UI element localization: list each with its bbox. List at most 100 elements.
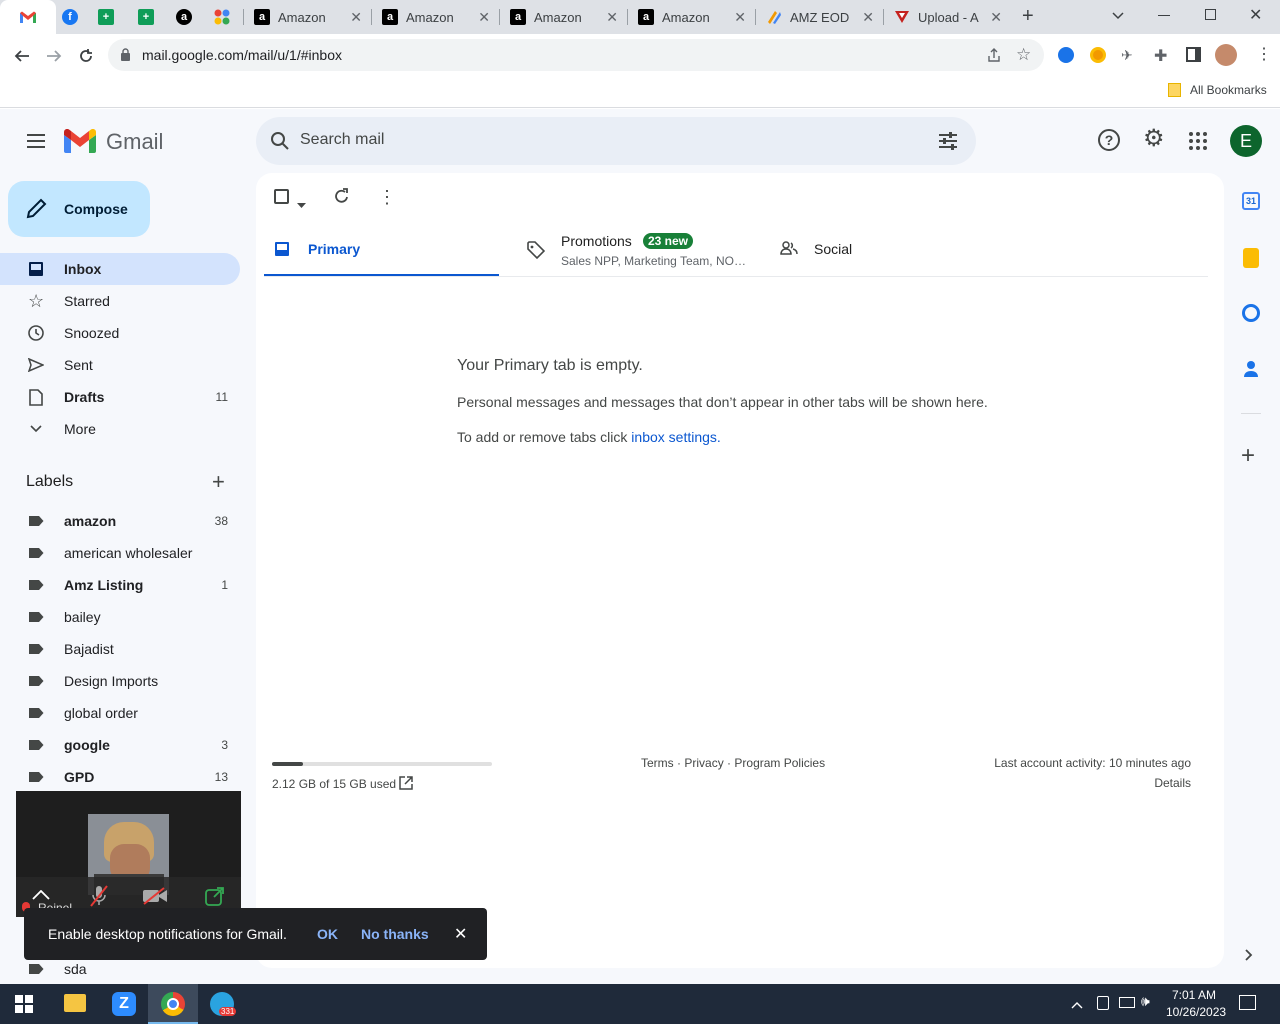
nav-more[interactable]: More bbox=[0, 413, 240, 445]
label-item[interactable]: global order bbox=[0, 697, 240, 729]
side-panel-icon[interactable] bbox=[1186, 47, 1201, 62]
tab-sheets-1[interactable]: + bbox=[92, 0, 120, 34]
google-apps-icon[interactable] bbox=[1189, 132, 1207, 155]
tab-amazon-small[interactable]: a bbox=[170, 0, 198, 34]
label-item[interactable]: Bajadist bbox=[0, 633, 240, 665]
search-icon[interactable] bbox=[270, 131, 290, 156]
file-explorer-icon[interactable] bbox=[64, 994, 86, 1012]
profile-avatar-icon[interactable] bbox=[1215, 44, 1237, 66]
search-bar[interactable]: Search mail bbox=[256, 117, 976, 165]
tab-social[interactable]: Social bbox=[770, 231, 970, 277]
label-item[interactable]: Amz Listing 1 bbox=[0, 569, 240, 601]
extensions-puzzle-icon[interactable]: ✚ bbox=[1154, 46, 1167, 66]
activity-details-link[interactable]: Details bbox=[1154, 776, 1191, 790]
nav-starred[interactable]: ☆ Starred bbox=[0, 285, 240, 317]
forward-icon[interactable] bbox=[42, 44, 66, 68]
battery-icon[interactable] bbox=[1097, 996, 1109, 1010]
tab-apps[interactable] bbox=[208, 0, 236, 34]
tab-amz-eod[interactable]: AMZ EOD R ✕ bbox=[758, 0, 882, 34]
camera-off-icon[interactable] bbox=[142, 887, 168, 910]
calendar-icon[interactable]: 31 bbox=[1242, 192, 1260, 210]
back-icon[interactable] bbox=[10, 44, 34, 68]
zoom-app-icon[interactable]: Z bbox=[112, 992, 136, 1016]
all-bookmarks[interactable]: All Bookmarks bbox=[1190, 83, 1267, 97]
tab-amazon-4[interactable]: a Amazon ✕ bbox=[630, 0, 754, 34]
label-item[interactable]: american wholesaler bbox=[0, 537, 240, 569]
browser-menu-icon[interactable]: ⋮ bbox=[1256, 44, 1272, 64]
tab-gmail[interactable] bbox=[0, 0, 56, 34]
tab-sheets-2[interactable]: + bbox=[132, 0, 160, 34]
tray-expand-icon[interactable] bbox=[1071, 996, 1083, 1014]
get-addons-plus-icon[interactable]: + bbox=[1241, 444, 1255, 468]
tab-upload[interactable]: Upload - A ✕ bbox=[886, 0, 1010, 34]
chrome-taskbar-button[interactable] bbox=[148, 984, 198, 1024]
account-avatar[interactable]: E bbox=[1230, 125, 1262, 157]
share-icon[interactable] bbox=[986, 47, 1002, 68]
network-icon[interactable] bbox=[1119, 997, 1135, 1008]
clock-time[interactable]: 7:01 AM bbox=[1172, 988, 1216, 1002]
lock-icon[interactable] bbox=[120, 48, 131, 66]
tab-search-icon[interactable] bbox=[1111, 8, 1125, 27]
main-menu-icon[interactable] bbox=[24, 129, 48, 153]
help-icon[interactable]: ? bbox=[1098, 129, 1120, 151]
nav-drafts[interactable]: Drafts 11 bbox=[0, 381, 240, 413]
tab-facebook[interactable]: f bbox=[56, 0, 84, 34]
snackbar-no-thanks-button[interactable]: No thanks bbox=[361, 926, 429, 942]
empty-line2: To add or remove tabs click inbox settin… bbox=[457, 429, 721, 445]
contacts-icon[interactable] bbox=[1244, 360, 1258, 383]
inbox-settings-link[interactable]: inbox settings. bbox=[631, 429, 721, 445]
close-tab-icon[interactable]: ✕ bbox=[606, 9, 618, 26]
tab-promotions[interactable]: Promotions 23 new Sales NPP, Marketing T… bbox=[515, 231, 755, 277]
label-item[interactable]: amazon 38 bbox=[0, 505, 240, 537]
close-tab-icon[interactable]: ✕ bbox=[734, 9, 746, 26]
snackbar-close-icon[interactable]: ✕ bbox=[454, 924, 467, 944]
label-item[interactable]: Design Imports bbox=[0, 665, 240, 697]
notifications-icon[interactable] bbox=[1239, 995, 1256, 1010]
more-options-icon[interactable]: ⋮ bbox=[378, 188, 396, 206]
select-dropdown-icon[interactable] bbox=[297, 195, 306, 213]
extension-1-icon[interactable] bbox=[1058, 47, 1074, 63]
terms-link[interactable]: Terms bbox=[641, 756, 674, 770]
program-policies-link[interactable]: Program Policies bbox=[734, 756, 825, 770]
close-tab-icon[interactable]: ✕ bbox=[990, 9, 1002, 26]
extension-2-icon[interactable] bbox=[1090, 47, 1106, 63]
extension-3-icon[interactable]: ✈ bbox=[1121, 47, 1133, 64]
snackbar-ok-button[interactable]: OK bbox=[317, 926, 338, 942]
bookmark-star-icon[interactable]: ☆ bbox=[1016, 45, 1031, 65]
windows-start-icon[interactable] bbox=[15, 995, 33, 1018]
tasks-icon[interactable] bbox=[1242, 304, 1260, 322]
tab-amazon-3[interactable]: a Amazon ✕ bbox=[502, 0, 626, 34]
volume-icon[interactable]: 🕪 bbox=[1141, 993, 1150, 1010]
nav-sent[interactable]: Sent bbox=[0, 349, 240, 381]
nav-snoozed[interactable]: Snoozed bbox=[0, 317, 240, 349]
refresh-icon[interactable] bbox=[333, 188, 350, 210]
add-label-icon[interactable]: + bbox=[212, 470, 225, 494]
label-item[interactable]: bailey bbox=[0, 601, 240, 633]
address-bar[interactable]: mail.google.com/mail/u/1/#inbox ☆ bbox=[108, 39, 1044, 71]
close-window-icon[interactable]: ✕ bbox=[1249, 5, 1262, 25]
close-tab-icon[interactable]: ✕ bbox=[350, 9, 362, 26]
expand-side-panel-icon[interactable] bbox=[1245, 948, 1253, 966]
label-item[interactable]: google 3 bbox=[0, 729, 240, 761]
close-tab-icon[interactable]: ✕ bbox=[862, 9, 874, 26]
nav-inbox[interactable]: Inbox bbox=[0, 253, 240, 285]
reload-icon[interactable] bbox=[74, 44, 98, 68]
keep-icon[interactable] bbox=[1243, 248, 1259, 268]
search-options-icon[interactable] bbox=[938, 131, 958, 156]
settings-gear-icon[interactable]: ⚙ bbox=[1143, 127, 1165, 151]
privacy-link[interactable]: Privacy bbox=[684, 756, 723, 770]
restore-icon[interactable] bbox=[1205, 9, 1216, 20]
tab-amazon-1[interactable]: a Amazon ✕ bbox=[246, 0, 370, 34]
open-storage-icon[interactable] bbox=[399, 776, 413, 795]
close-tab-icon[interactable]: ✕ bbox=[478, 9, 490, 26]
tab-amazon-2[interactable]: a Amazon ✕ bbox=[374, 0, 498, 34]
new-tab-icon[interactable]: + bbox=[1022, 5, 1034, 28]
clock-date[interactable]: 10/26/2023 bbox=[1166, 1005, 1226, 1019]
search-input[interactable]: Search mail bbox=[300, 131, 384, 149]
compose-button[interactable]: Compose bbox=[8, 181, 150, 237]
minimize-icon[interactable] bbox=[1158, 15, 1170, 16]
select-all-checkbox[interactable] bbox=[274, 189, 289, 204]
label-item[interactable]: GPD 13 bbox=[0, 761, 240, 793]
video-call-window[interactable]: Reinel bbox=[16, 791, 241, 917]
tab-primary[interactable]: Primary bbox=[264, 231, 499, 277]
